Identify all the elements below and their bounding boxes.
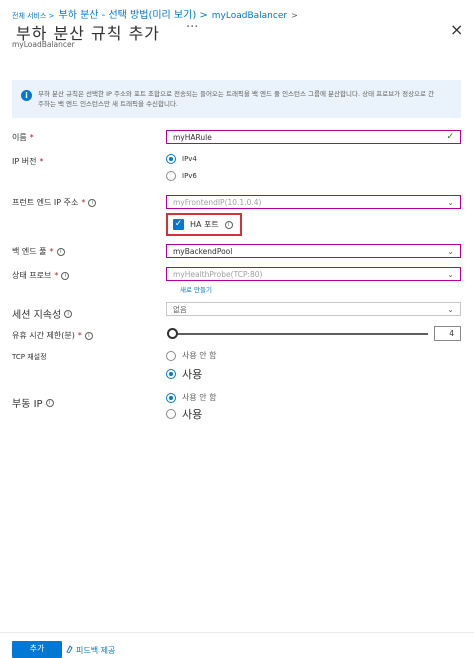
backend-pool-label: 백 엔드 풀 * i	[12, 246, 65, 257]
more-options-icon[interactable]: ···	[186, 20, 198, 35]
radio-ipv4-label: IPv4	[182, 155, 197, 163]
checkbox-checked-icon[interactable]: ✓	[173, 219, 184, 230]
radio-ipv4-dot[interactable]	[166, 154, 176, 164]
breadcrumb-separator: >	[291, 11, 298, 20]
info-icon: i	[21, 90, 32, 101]
health-probe-label: 상태 프로브 * i	[12, 270, 70, 281]
radio-floating-ip-enabled-label: 사용	[182, 408, 203, 421]
radio-ipv6-dot[interactable]	[166, 171, 176, 181]
name-label: 이름 *	[12, 132, 34, 143]
radio-ipv6-label: IPv6	[182, 172, 197, 180]
idle-timeout-slider-track[interactable]	[171, 333, 428, 335]
radio-floating-ip-enabled[interactable]: 사용	[166, 406, 202, 422]
backend-pool-value: myBackendPool	[173, 246, 233, 256]
required-mark: *	[54, 271, 59, 280]
session-persistence-value: 없음	[173, 304, 187, 314]
help-icon[interactable]: i	[84, 331, 93, 340]
radio-tcp-reset-disabled-dot[interactable]	[166, 350, 176, 361]
frontend-ip-value: myFrontendIP(10.1.0.4)	[173, 197, 262, 207]
frontend-ip-label-text: 프런트 엔드 IP 주소	[12, 198, 79, 207]
help-icon[interactable]: i	[45, 398, 54, 407]
radio-floating-ip-disabled[interactable]: 사용 안 함	[166, 392, 217, 403]
radio-tcp-reset-enabled-label: 사용	[182, 368, 203, 381]
health-probe-label-text: 상태 프로브	[12, 271, 52, 280]
valid-check-icon: ✓	[446, 132, 454, 142]
frontend-ip-select[interactable]: myFrontendIP(10.1.0.4) ⌄	[166, 195, 461, 209]
backend-pool-select[interactable]: myBackendPool ⌄	[166, 244, 461, 258]
radio-tcp-reset-enabled[interactable]: 사용	[166, 366, 202, 382]
required-mark: *	[39, 157, 44, 166]
add-button[interactable]: 추가	[12, 641, 62, 658]
info-banner: i 부하 분산 규칙은 선택한 IP 주소와 포트 조합으로 전송되는 들어오는…	[12, 80, 461, 118]
ip-version-label-text: IP 버전	[12, 157, 37, 166]
required-mark: *	[49, 247, 54, 256]
chevron-down-icon: ⌄	[447, 304, 454, 314]
chevron-down-icon: ⌄	[447, 197, 454, 207]
ha-ports-checkbox[interactable]: ✓ HA 포트 i	[166, 213, 242, 236]
feedback-label: 피드백 제공	[76, 646, 116, 655]
breadcrumb-myloadbalancer[interactable]: myLoadBalancer	[212, 11, 287, 21]
chevron-down-icon: ⌄	[447, 269, 454, 279]
floating-ip-label: 부동 IP i	[12, 395, 54, 410]
idle-timeout-label: 유휴 시간 제한(분) * i	[12, 330, 93, 341]
radio-tcp-reset-disabled-label: 사용 안 함	[182, 351, 217, 360]
radio-floating-ip-disabled-dot[interactable]	[166, 392, 176, 403]
floating-ip-label-text: 부동 IP	[12, 399, 43, 410]
feedback-link[interactable]: 피드백 제공	[66, 645, 115, 656]
breadcrumb-load-balancing[interactable]: 부하 분산 - 선택 방법(미리 보기) >	[59, 6, 208, 21]
required-mark: *	[29, 133, 34, 142]
session-persistence-label-text: 세션 지속성	[12, 310, 62, 321]
close-icon[interactable]: ×	[450, 20, 463, 39]
required-mark: *	[77, 331, 82, 340]
radio-ipv6[interactable]: IPv6	[166, 171, 197, 181]
info-text: 부하 분산 규칙은 선택한 IP 주소와 포트 조합으로 전송되는 들어오는 트…	[38, 90, 435, 108]
chevron-down-icon: ⌄	[447, 246, 454, 256]
radio-floating-ip-enabled-dot[interactable]	[166, 409, 176, 419]
idle-timeout-input[interactable]: 4	[434, 326, 461, 341]
health-probe-select[interactable]: myHealthProbe(TCP:80) ⌄	[166, 267, 461, 281]
tcp-reset-label: TCP 재설정	[12, 352, 47, 362]
tcp-reset-label-text: TCP 재설정	[12, 353, 47, 361]
frontend-ip-label: 프런트 엔드 IP 주소 * i	[12, 197, 97, 208]
radio-ipv4[interactable]: IPv4	[166, 154, 197, 164]
page-subtitle: myLoadBalancer	[12, 40, 75, 49]
health-probe-value: myHealthProbe(TCP:80)	[173, 269, 263, 279]
session-persistence-select[interactable]: 없음 ⌄	[166, 302, 461, 316]
backend-pool-label-text: 백 엔드 풀	[12, 247, 47, 256]
name-label-text: 이름	[12, 133, 27, 142]
name-input-value: myHARule	[173, 132, 212, 142]
create-new-probe-link[interactable]: 새로 만들기	[180, 284, 212, 294]
help-icon[interactable]: i	[64, 309, 73, 318]
help-icon[interactable]: i	[224, 220, 233, 229]
feedback-icon	[66, 645, 73, 655]
radio-floating-ip-disabled-label: 사용 안 함	[182, 393, 217, 402]
help-icon[interactable]: i	[88, 198, 97, 207]
radio-tcp-reset-enabled-dot[interactable]	[166, 369, 176, 379]
required-mark: *	[81, 198, 86, 207]
idle-timeout-slider-thumb[interactable]	[167, 328, 178, 339]
radio-tcp-reset-disabled[interactable]: 사용 안 함	[166, 350, 217, 361]
name-input[interactable]: myHARule ✓	[166, 130, 461, 144]
footer-divider	[0, 632, 474, 633]
ip-version-label: IP 버전 *	[12, 156, 43, 167]
idle-timeout-label-text: 유휴 시간 제한(분)	[12, 331, 75, 340]
help-icon[interactable]: i	[61, 271, 70, 280]
ha-ports-label: HA 포트	[190, 220, 219, 229]
help-icon[interactable]: i	[56, 247, 65, 256]
session-persistence-label: 세션 지속성 i	[12, 306, 73, 321]
breadcrumb: 전체 서비스 > 부하 분산 - 선택 방법(미리 보기) > myLoadBa…	[12, 6, 298, 21]
